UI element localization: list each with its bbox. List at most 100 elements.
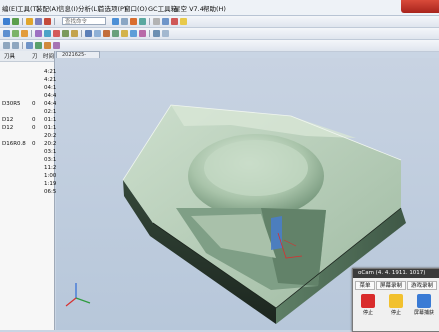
tab-game-record[interactable]: 游戏录制 (407, 281, 437, 290)
orient-icon[interactable] (153, 18, 160, 25)
time-cell: 11:2 (44, 165, 57, 171)
command-search-input[interactable]: 查找命令 (62, 17, 106, 25)
navigator-header: 刀具 刀 时间 (0, 51, 54, 62)
delete-icon[interactable] (44, 18, 51, 25)
nav-forward-icon[interactable] (12, 42, 19, 49)
tool-cell: D30R5 (2, 101, 21, 107)
time-cell: 02:1 (44, 109, 57, 115)
toolbar-row-2 (0, 28, 439, 40)
operation-navigator-panel: 刀具 刀 时间 4:21 4:21 04:1 04:4 D30R5 0 04:4 0… (0, 51, 57, 330)
number-cell: 0 (32, 141, 36, 147)
time-cell: 1:19 (44, 181, 57, 187)
table-row[interactable]: D30R5 0 04:4 (0, 101, 56, 109)
tool-cell: D12 (2, 117, 14, 123)
stop-button[interactable]: 停止 (355, 292, 381, 318)
method-view-icon[interactable] (53, 42, 60, 49)
report-icon[interactable] (139, 30, 146, 37)
menu-analysis[interactable]: 分析(L) (78, 3, 100, 13)
paste-icon[interactable] (35, 18, 42, 25)
select-icon[interactable] (3, 30, 10, 37)
table-row[interactable]: 1:19 (0, 181, 57, 189)
filter-icon[interactable] (12, 30, 19, 37)
analyze-icon[interactable] (94, 30, 101, 37)
table-row[interactable]: D12 0 01:1 (0, 117, 56, 125)
stop-icon (361, 294, 375, 308)
menu-gc-toolkit[interactable]: GC工具箱 (148, 3, 177, 13)
table-row[interactable]: 4:21 (0, 69, 57, 77)
toolbar-separator (81, 30, 82, 37)
toolpath-icon[interactable] (112, 30, 119, 37)
time-cell: 20:2 (44, 133, 57, 139)
menu-xingkong[interactable]: 星空 V7.4 (174, 3, 204, 13)
toolbar-separator (22, 42, 23, 49)
postprocess-icon[interactable] (130, 30, 137, 37)
time-cell: 4:21 (44, 69, 57, 75)
column-header-tool[interactable]: 刀具 (4, 52, 15, 60)
menu-assembly[interactable]: 装配(A) (36, 3, 59, 13)
time-cell: 1:00 (44, 173, 57, 179)
geometry-view-icon[interactable] (44, 42, 51, 49)
shade-icon[interactable] (139, 18, 146, 25)
menu-bar: 编(E) 工具(T) 装配(A) 信息(I) 分析(L) 首选项(P) 窗口(O… (0, 0, 439, 16)
pause-button[interactable]: 停止 (383, 292, 409, 318)
camera-icon (417, 294, 431, 308)
line-icon[interactable] (44, 30, 51, 37)
document-tab[interactable]: 2021625-B56.prt (56, 51, 100, 65)
toolbar-separator (149, 18, 150, 25)
menu-edit[interactable]: 编(E) (2, 3, 18, 13)
menu-info[interactable]: 信息(I) (58, 3, 78, 13)
copy-icon[interactable] (26, 18, 33, 25)
undo-icon[interactable] (3, 18, 10, 25)
pause-icon (389, 294, 403, 308)
time-cell: 20:2 (44, 141, 57, 147)
snap-icon[interactable] (21, 30, 28, 37)
table-row[interactable]: 04:1 (0, 85, 56, 93)
arc-icon[interactable] (53, 30, 60, 37)
table-row[interactable]: 03:1 (0, 149, 57, 157)
screen-capture-button[interactable]: 屏幕捕获 (411, 292, 437, 318)
redo-icon[interactable] (12, 18, 19, 25)
nav-back-icon[interactable] (3, 42, 10, 49)
menu-preferences[interactable]: 首选项(P) (98, 3, 127, 13)
table-row[interactable]: 4:21 (0, 77, 56, 85)
tab-menu[interactable]: 菜单 (355, 281, 375, 290)
column-header-time[interactable]: 时间 (43, 52, 54, 60)
display-icon[interactable] (130, 18, 137, 25)
time-cell: 03:1 (44, 149, 57, 155)
table-row[interactable]: 1:00 (0, 173, 57, 181)
table-row[interactable]: 11:2 (0, 165, 57, 173)
table-row[interactable]: 02:1 (0, 109, 57, 117)
tab-screen-record[interactable]: 屏幕录制 (376, 281, 406, 290)
table-row[interactable]: 06:5 (0, 189, 56, 197)
highlight-icon[interactable] (180, 18, 187, 25)
stop-button-label: 停止 (362, 310, 373, 316)
simulate-icon[interactable] (121, 30, 128, 37)
table-row[interactable]: 04:4 (0, 93, 56, 101)
table-row[interactable]: D16R0.8 0 20:2 (0, 141, 57, 149)
table-row[interactable]: 03:1 (0, 157, 56, 165)
grid-icon[interactable] (162, 30, 169, 37)
program-view-icon[interactable] (26, 42, 33, 49)
measure-icon[interactable] (85, 30, 92, 37)
column-header-number[interactable]: 刀 (32, 52, 38, 60)
number-cell: 0 (32, 117, 36, 123)
face-icon[interactable] (62, 30, 69, 37)
view-icon[interactable] (112, 18, 119, 25)
wcs-icon[interactable] (153, 30, 160, 37)
table-row[interactable]: 20:2 (0, 133, 57, 141)
number-cell: 0 (32, 125, 36, 131)
menu-help[interactable]: 帮助(H) (203, 3, 226, 13)
operation-icon[interactable] (103, 30, 110, 37)
machine-view-icon[interactable] (35, 42, 42, 49)
toolbar-separator (31, 30, 32, 37)
layer-icon[interactable] (121, 18, 128, 25)
menu-window[interactable]: 窗口(O) (124, 3, 147, 13)
section-icon[interactable] (171, 18, 178, 25)
tool-cell: D12 (2, 125, 14, 131)
table-row[interactable]: D12 0 01:1 (0, 125, 56, 133)
toolbar-separator (54, 18, 55, 25)
dialog-title[interactable]: oCam (4. 4. 1911. 1017) (353, 269, 439, 278)
body-icon[interactable] (71, 30, 78, 37)
zoom-icon[interactable] (162, 18, 169, 25)
point-icon[interactable] (35, 30, 42, 37)
